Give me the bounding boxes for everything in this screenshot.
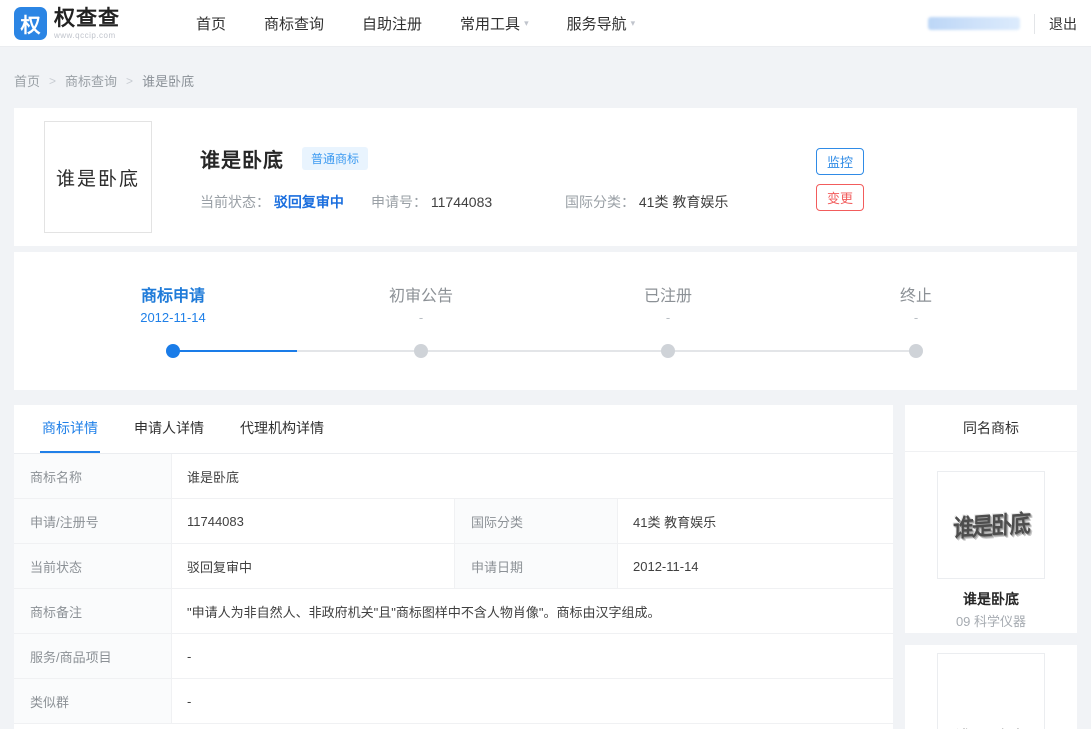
same-name-trademarks-panel: 同名商标 谁是卧底 谁是卧底 09 科学仪器 <box>905 405 1077 633</box>
tab-trademark-detail[interactable]: 商标详情 <box>40 405 100 453</box>
nav-item-service-guide[interactable]: 服务导航 ▾ <box>567 13 636 34</box>
logo-icon: 权 <box>14 7 47 40</box>
breadcrumb-current-page: 谁是卧底 <box>142 71 194 90</box>
main-nav: 首页 商标查询 自助注册 常用工具 ▾ 服务导航 ▾ <box>196 0 635 47</box>
breadcrumb: 首页 > 商标查询 > 谁是卧底 <box>14 71 194 90</box>
chevron-down-icon: ▾ <box>524 18 529 29</box>
table-row-services: 服务/商品项目 - <box>14 634 893 679</box>
intl-class-label: 国际分类： <box>565 194 635 210</box>
nav-item-trademark-search[interactable]: 商标查询 <box>264 13 324 34</box>
brand-name: 权查查 <box>54 7 120 31</box>
timeline-track-progress <box>173 350 297 352</box>
table-row-similar-group: 类似群 - <box>14 679 893 724</box>
logo-glyph: 权 <box>21 9 41 38</box>
tab-agency-detail[interactable]: 代理机构详情 <box>238 405 326 453</box>
intl-class-value: 41类 教育娱乐 <box>639 194 728 210</box>
breadcrumb-separator-icon: > <box>126 74 133 88</box>
timeline-dot <box>909 344 923 358</box>
breadcrumb-home[interactable]: 首页 <box>14 71 40 90</box>
top-navbar: 权 权查查 www.qccip.com 首页 商标查询 自助注册 常用工具 ▾ … <box>0 0 1091 47</box>
table-row-remark: 商标备注 "申请人为非自然人、非政府机关"且"商标图样中不含人物肖像"。商标由汉… <box>14 589 893 634</box>
nav-item-common-tools[interactable]: 常用工具 ▾ <box>460 13 529 34</box>
timeline-dot-active <box>166 344 180 358</box>
brand-url: www.qccip.com <box>54 31 120 40</box>
breadcrumb-trademark-search[interactable]: 商标查询 <box>65 71 117 90</box>
same-name-item-name[interactable]: 谁是卧底 <box>905 589 1077 609</box>
trademark-image: 谁是卧底 <box>44 121 152 233</box>
trademark-detail-card: 商标详情 申请人详情 代理机构详情 商标名称 谁是卧底 申请/注册号 11744… <box>14 405 893 729</box>
tab-applicant-detail[interactable]: 申请人详情 <box>132 405 206 453</box>
timeline-dot <box>661 344 675 358</box>
detail-tabs: 商标详情 申请人详情 代理机构详情 <box>14 405 893 454</box>
chevron-down-icon: ▾ <box>631 18 636 29</box>
table-row-appno-class: 申请/注册号 11744083 国际分类 41类 教育娱乐 <box>14 499 893 544</box>
status-label: 当前状态： <box>200 194 270 210</box>
monitor-button[interactable]: 监控 <box>816 148 864 175</box>
change-button[interactable]: 变更 <box>816 184 864 211</box>
same-name-item-class: 09 科学仪器 <box>905 611 1077 630</box>
trademark-type-badge: 普通商标 <box>302 147 368 170</box>
logout-button[interactable]: 退出 <box>1034 14 1077 34</box>
status-value-link[interactable]: 驳回复审中 <box>274 194 344 210</box>
trademark-summary-card: 谁是卧底 谁是卧底 普通商标 当前状态： 驳回复审中 申请号： 11744083… <box>14 108 1077 246</box>
same-name-item-image[interactable]: 谁是卧底 <box>937 471 1045 579</box>
site-logo[interactable]: 权 权查查 www.qccip.com <box>14 7 120 40</box>
timeline-dot <box>414 344 428 358</box>
table-row-status-date: 当前状态 驳回复审中 申请日期 2012-11-14 <box>14 544 893 589</box>
same-name-panel-title: 同名商标 <box>905 405 1077 452</box>
trademark-name-title: 谁是卧底 <box>200 144 284 173</box>
application-number-value: 11744083 <box>431 194 492 210</box>
table-row-name: 商标名称 谁是卧底 <box>14 454 893 499</box>
application-number-label: 申请号： <box>371 194 427 210</box>
status-timeline-card: 商标申请 2012-11-14 初审公告 - 已注册 - 终止 - <box>14 252 1077 390</box>
username-redacted <box>928 17 1020 30</box>
nav-item-home[interactable]: 首页 <box>196 13 226 34</box>
same-name-trademarks-panel-item2: 谁是卧底 <box>905 645 1077 729</box>
breadcrumb-separator-icon: > <box>49 74 56 88</box>
nav-item-self-register[interactable]: 自助注册 <box>362 13 422 34</box>
same-name-item-image[interactable]: 谁是卧底 <box>937 653 1045 729</box>
